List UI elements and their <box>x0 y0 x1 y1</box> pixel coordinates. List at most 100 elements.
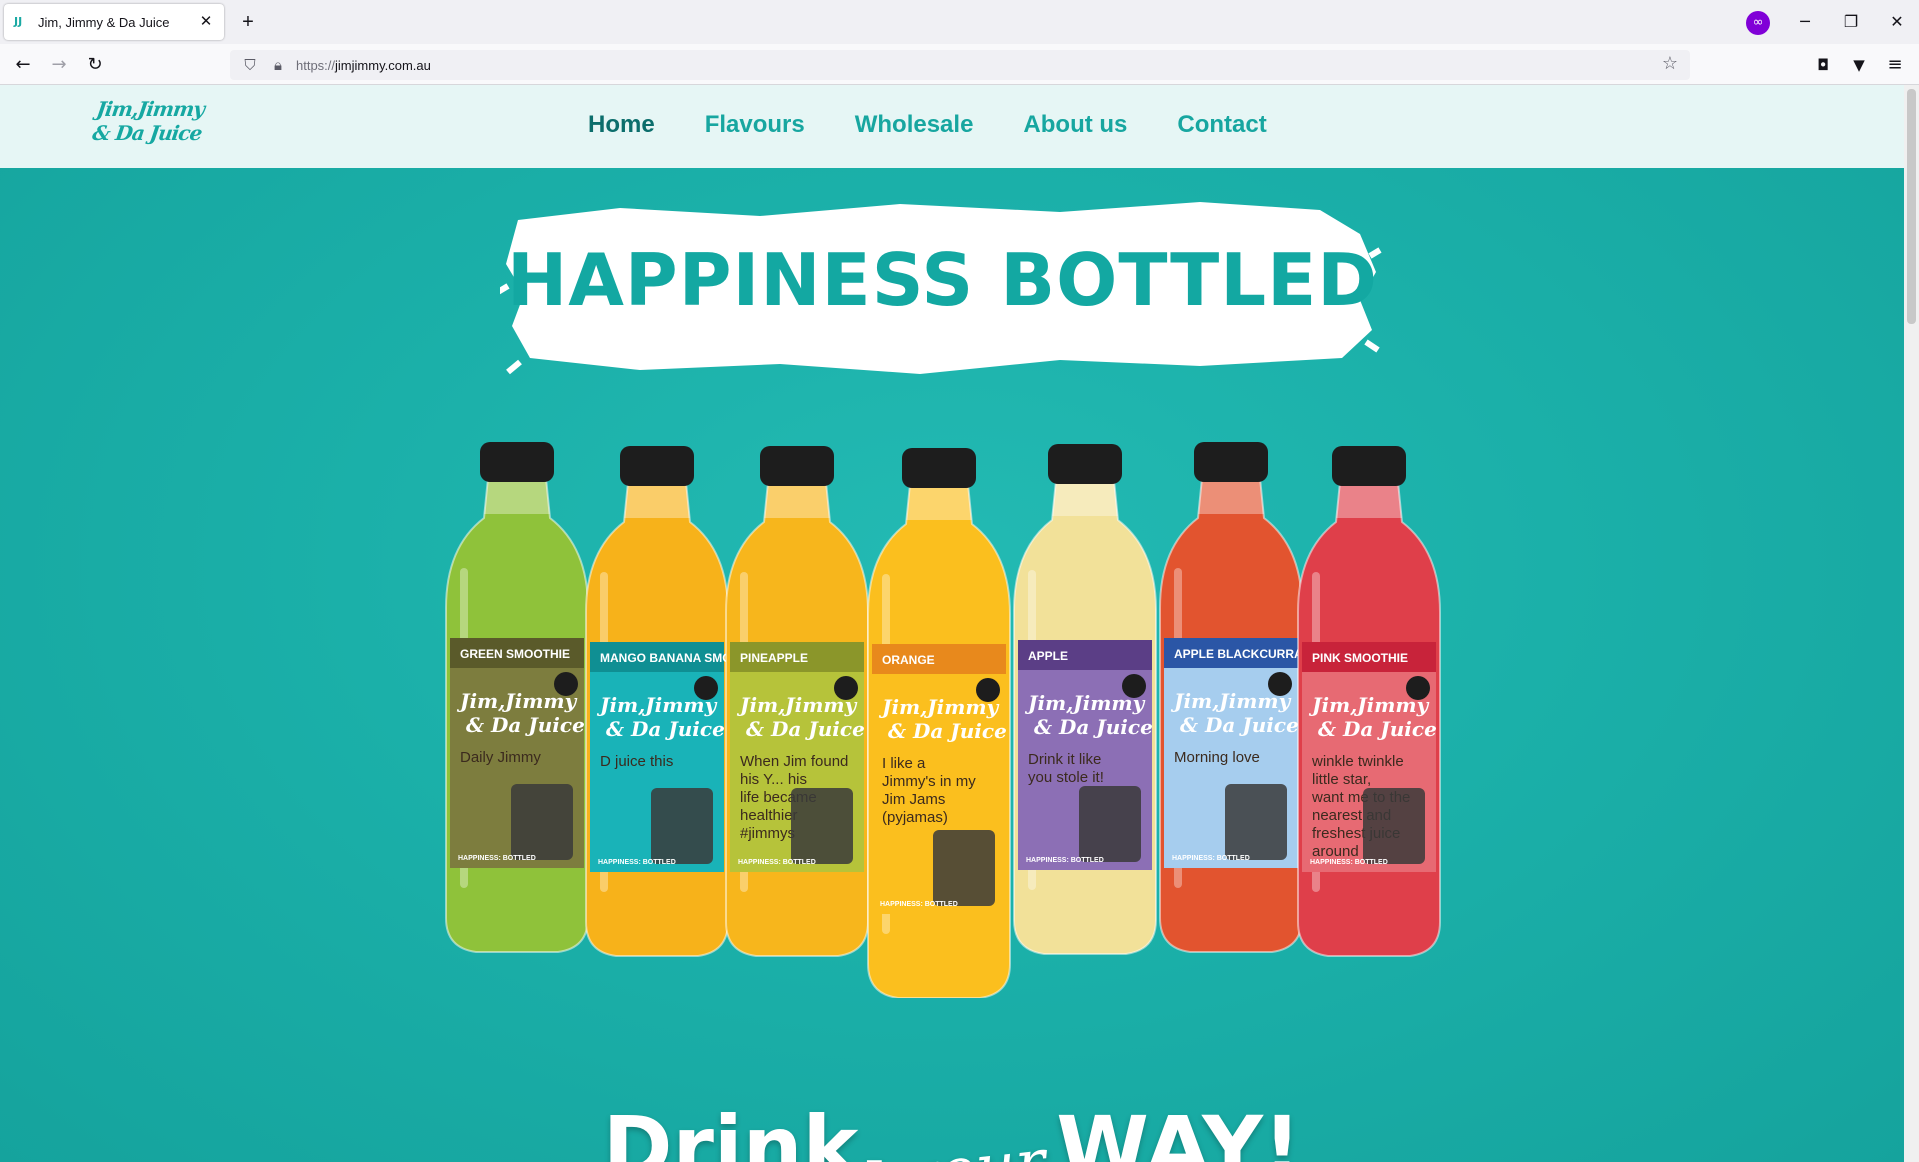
founders-photo <box>1079 786 1141 862</box>
nav-link-contact[interactable]: Contact <box>1177 111 1266 139</box>
close-tab-icon[interactable]: ✕ <box>198 14 214 30</box>
hero-headline: HAPPINESS BOTTLED <box>506 238 1379 322</box>
reload-button[interactable]: ↻ <box>82 52 108 78</box>
nav-link-about-us[interactable]: About us <box>1023 111 1127 139</box>
bottle-neck <box>764 482 830 518</box>
bottle-quote: #jimmys <box>740 825 795 842</box>
pocket-icon[interactable]: ◘ <box>1810 52 1836 78</box>
tagline-way: WAY! <box>1056 1098 1302 1162</box>
bottle-tagline: HAPPINESS: BOTTLED <box>1026 857 1104 864</box>
bottle-quote: Jimmy's in my <box>882 773 976 790</box>
site-logo[interactable]: Jim,Jimmy & Da Juice <box>84 97 212 155</box>
bottle-brand: & Da Juice <box>746 717 865 741</box>
new-tab-button[interactable]: + <box>236 10 260 34</box>
bottle-neck <box>906 484 972 520</box>
juice-favicon-icon: JJ <box>14 15 23 28</box>
bottle-neck <box>484 478 550 514</box>
nav-link-flavours[interactable]: Flavours <box>705 111 805 139</box>
bottle-quote: little star, <box>1312 771 1371 788</box>
minimize-window-button[interactable]: ─ <box>1790 8 1820 36</box>
nav-link-home[interactable]: Home <box>588 111 655 139</box>
bottle-brand: & Da Juice <box>606 717 725 741</box>
bottle-cap <box>620 446 694 486</box>
juice-bottle: ORANGE Jim,Jimmy& Da Juice I like aJimmy's… <box>867 448 1011 998</box>
menu-icon[interactable]: ≡ <box>1882 52 1908 78</box>
juice-bottles-image: GREEN SMOOTHIEJim,Jimmy& Da JuiceDaily J… <box>445 442 1441 998</box>
logo-line-1: Jim,Jimmy <box>95 97 206 121</box>
juice-bottle: GREEN SMOOTHIE Jim,Jimmy& Da Juice Daily J… <box>445 442 589 953</box>
bottle-flavour-name: GREEN SMOOTHIE <box>460 647 570 661</box>
close-window-button[interactable]: ✕ <box>1882 8 1912 36</box>
bottle-quote: D juice this <box>600 753 673 770</box>
bottle-neck <box>1052 480 1118 516</box>
bottle-tagline: HAPPINESS: BOTTLED <box>880 901 958 908</box>
bottle-brand: Jim,Jimmy <box>878 695 1000 719</box>
extension-icon[interactable]: ▼ <box>1846 52 1872 78</box>
juice-bottle: PINK SMOOTHIE Jim,Jimmy& Da Juice winkle t… <box>1297 446 1441 957</box>
bottle-tagline: HAPPINESS: BOTTLED <box>598 859 676 866</box>
main-navigation: Home Flavours Wholesale About us Contact <box>588 111 1267 139</box>
bottle-flavour-name: ORANGE <box>882 653 935 667</box>
bottle-brand: Jim,Jimmy <box>596 693 718 717</box>
bottle-brand: & Da Juice <box>1034 715 1153 739</box>
url-protocol: https:// <box>296 57 336 73</box>
bottle-flavour-name: PINEAPPLE <box>740 651 808 665</box>
bottle-cap <box>760 446 834 486</box>
scrollbar-thumb[interactable] <box>1907 89 1916 324</box>
juice-bottle: PINEAPPLE Jim,Jimmy& Da Juice When Jim fou… <box>725 446 869 957</box>
back-button[interactable]: ← <box>10 52 36 78</box>
restore-window-button[interactable]: ❐ <box>1836 8 1866 36</box>
founders-photo <box>511 784 573 860</box>
founders-photo <box>1225 784 1287 860</box>
browser-tab[interactable]: JJ Jim, Jimmy & Da Juice ✕ <box>4 4 224 40</box>
bottle-brand: Jim,Jimmy <box>1308 693 1430 717</box>
url-text[interactable]: https://jimjimmy.com.au <box>296 58 431 73</box>
hero-tagline: Drink,yourWAY! <box>0 1098 1904 1162</box>
founders-photo <box>651 788 713 864</box>
bottle-neck <box>624 482 690 518</box>
bottle-brand: & Da Juice <box>888 719 1007 743</box>
bottle-cap <box>480 442 554 482</box>
tab-title: Jim, Jimmy & Da Juice <box>38 14 170 30</box>
bookmark-star-icon[interactable]: ☆ <box>1662 53 1678 74</box>
url-host: jimjimmy.com.au <box>335 57 431 73</box>
bottle-flavour-name: APPLE <box>1028 649 1068 663</box>
bottle-neck <box>1198 478 1264 514</box>
bottle-quote: around <box>1312 843 1359 860</box>
browser-navigation-bar: ← → ↻ ⛉ 🔒︎ https://jimjimmy.com.au ☆ ◘ ▼… <box>0 44 1919 85</box>
site-header: Jim,Jimmy & Da Juice Home Flavours Wholesa… <box>0 85 1904 168</box>
founders-photo <box>791 788 853 864</box>
page-scrollbar[interactable] <box>1904 85 1919 1162</box>
bottle-neck <box>1336 482 1402 518</box>
hero-section: HAPPINESS BOTTLED GREEN SMOOTHIE Jim,Jimm… <box>0 168 1904 1162</box>
nav-link-wholesale[interactable]: Wholesale <box>855 111 974 139</box>
bottle-quote: When Jim found <box>740 753 848 770</box>
tracking-protection-shield-icon[interactable]: ⛉ <box>240 56 260 74</box>
bottle-brand: Jim,Jimmy <box>736 693 858 717</box>
bottle-tagline: HAPPINESS: BOTTLED <box>1310 859 1388 866</box>
tagline-your: your <box>900 1125 1049 1162</box>
bottle-flavour-name: PINK SMOOTHIE <box>1312 651 1408 665</box>
founders-photo <box>1363 788 1425 864</box>
logo-line-2: & Da Juice <box>90 121 204 145</box>
bottle-brand: & Da Juice <box>1318 717 1437 741</box>
bottle-quote: winkle twinkle <box>1311 753 1404 770</box>
address-bar[interactable]: ⛉ 🔒︎ https://jimjimmy.com.au ☆ <box>230 50 1690 80</box>
bottle-brand: & Da Juice <box>1180 713 1299 737</box>
bottle-brand: Jim,Jimmy <box>456 689 578 713</box>
bottle-cap <box>902 448 976 488</box>
tagline-drink: Drink, <box>602 1098 891 1162</box>
bottle-quote: you stole it! <box>1028 769 1104 786</box>
bottle-quote: I like a <box>882 755 926 772</box>
bottle-tagline: HAPPINESS: BOTTLED <box>458 855 536 862</box>
bottle-brand: Jim,Jimmy <box>1024 691 1146 715</box>
forward-button[interactable]: → <box>46 52 72 78</box>
page-viewport: Jim,Jimmy & Da Juice Home Flavours Wholesa… <box>0 85 1904 1162</box>
bottle-cap <box>1048 444 1122 484</box>
bottle-quote: Daily Jimmy <box>460 749 541 766</box>
lock-icon[interactable]: 🔒︎ <box>268 56 288 74</box>
bottle-cap <box>1332 446 1406 486</box>
bottle-tagline: HAPPINESS: BOTTLED <box>738 859 816 866</box>
browser-tab-bar: JJ Jim, Jimmy & Da Juice ✕ + ∞ ─ ❐ ✕ <box>0 0 1919 44</box>
bottle-quote: his Y... his <box>740 771 807 788</box>
